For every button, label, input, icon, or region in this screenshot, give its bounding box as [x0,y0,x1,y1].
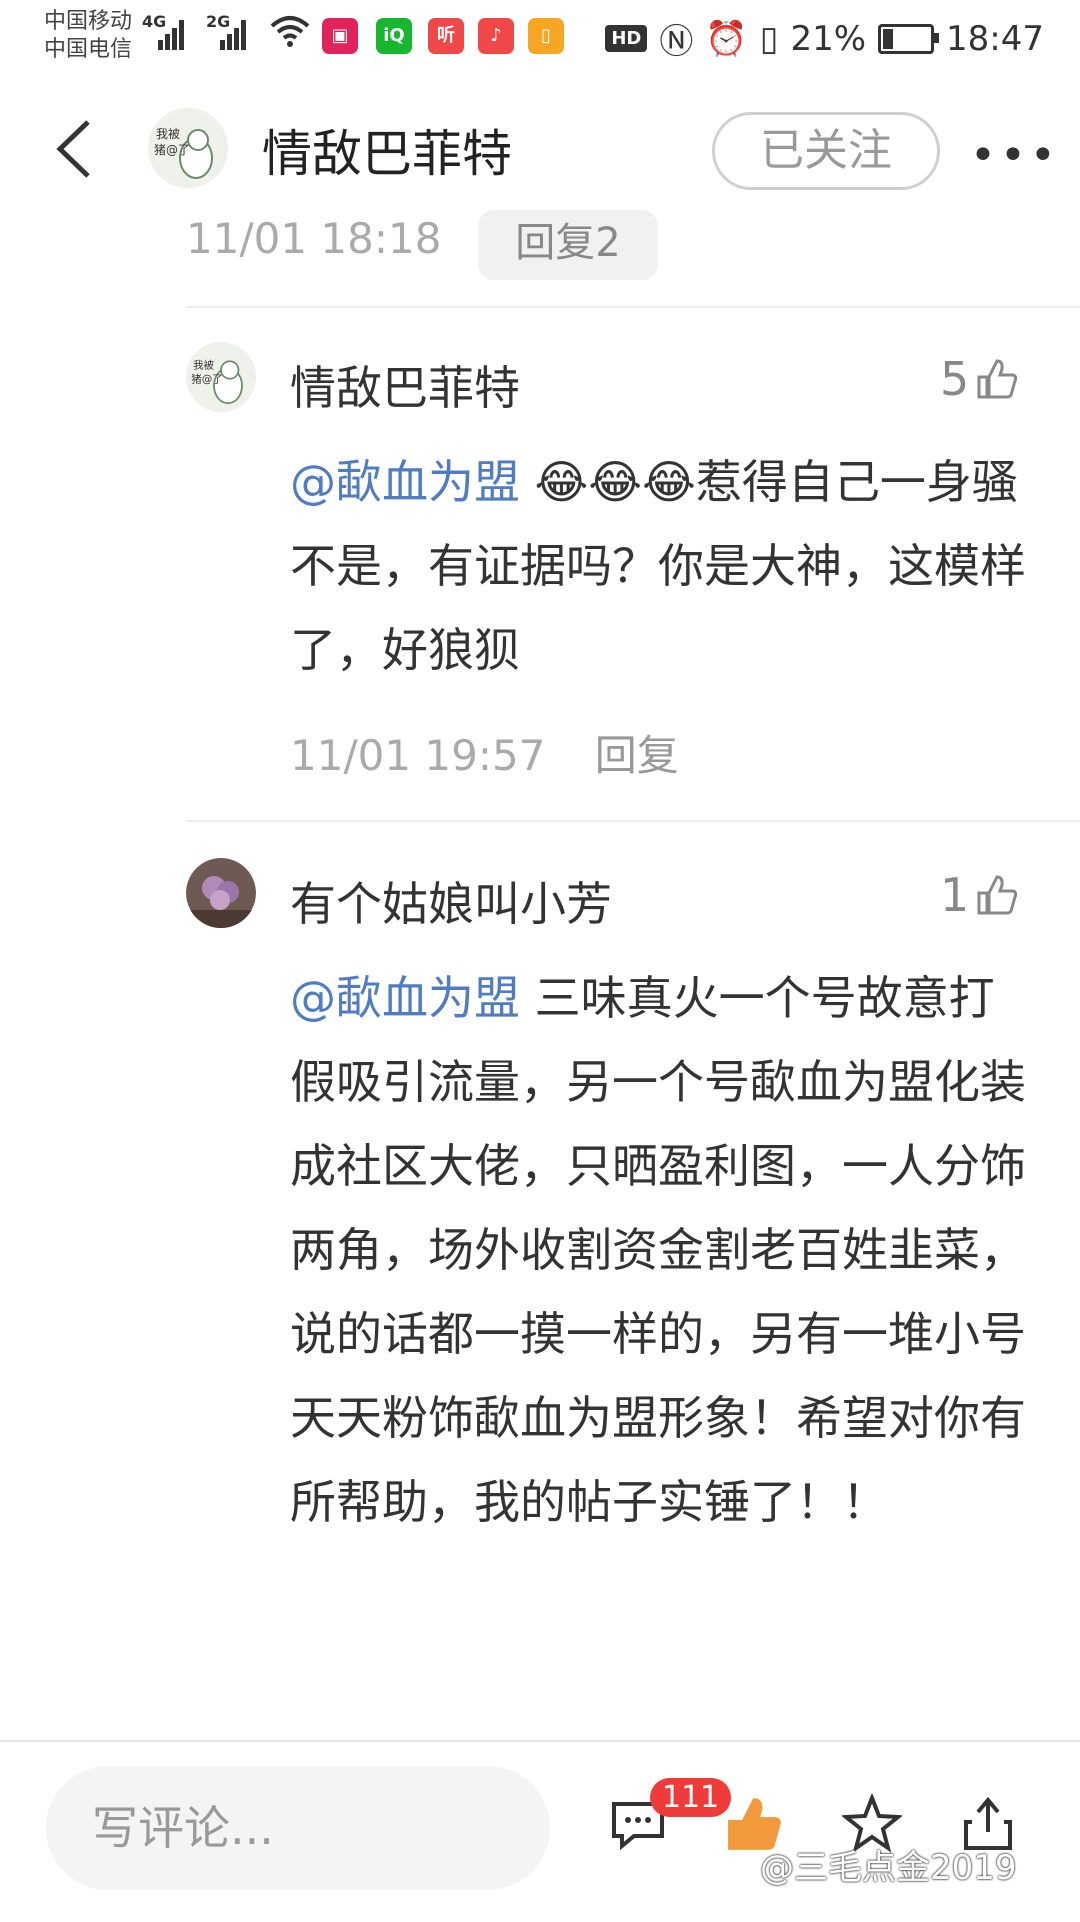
comment-timestamp: 11/01 19:57 [290,731,546,780]
hd-icon: HD [605,25,648,52]
divider [186,306,1080,308]
svg-text:我被: 我被 [156,127,180,141]
svg-text:猪@了: 猪@了 [191,373,223,385]
watermark: @三毛点金2019 [760,1848,1017,1888]
thumbs-up-icon [977,359,1018,399]
ting-app-icon: 听 [428,18,464,54]
carrier-1: 中国移动 [44,9,133,34]
like-button[interactable]: 1 [940,868,1019,922]
like-count: 1 [940,868,970,922]
svg-text:我被: 我被 [193,358,214,371]
mention-link[interactable]: @歃血为盟 [290,455,520,509]
signal-icon [210,16,248,50]
follow-button[interactable]: 已关注 [712,112,940,190]
reply-button[interactable]: 回复 [595,731,679,780]
avatar[interactable] [186,858,256,928]
svg-text:猪@了: 猪@了 [154,143,190,157]
comment-timestamp: 11/01 18:18 [186,214,442,263]
comment-footer: 11/01 19:57 回复 [290,722,679,783]
battery-percent: 21% [790,18,867,59]
back-arrow-icon[interactable] [48,114,108,184]
like-count: 5 [940,352,970,406]
avatar[interactable]: 我被 猪@了 [186,342,256,412]
mention-link[interactable]: @歃血为盟 [290,971,520,1025]
like-button[interactable]: 5 [940,352,1019,406]
bottom-action-bar: 写评论... 111 @三毛点金2019 [0,1740,1080,1922]
more-options-icon[interactable]: ••• [970,130,1060,181]
avatar[interactable]: 我被 猪@了 [148,108,228,188]
carrier-2: 中国电信 [44,37,133,62]
comment-text: @歃血为盟 😂😂😂惹得自己一身骚不是，有证据吗？你是大神，这模样了，好狼狈 [290,440,1030,692]
signal-icon [148,16,186,50]
orange-app-icon: ▯ [528,18,564,54]
wifi-icon [270,16,310,47]
battery-icon [878,23,940,54]
alarm-icon: ⏰ [705,18,748,59]
thumbs-up-icon [977,875,1018,915]
post-header: 我被 猪@了 情敌巴菲特 已关注 ••• [0,78,1080,220]
reply-count-button[interactable]: 回复2 [478,210,658,280]
weibo-app-icon: ▣ [322,18,358,54]
comment-text: @歃血为盟 三味真火一个号故意打假吸引流量，另一个号歃血为盟化装成社区大佬，只晒… [290,956,1030,1544]
comment-body: 三味真火一个号故意打假吸引流量，另一个号歃血为盟化装成社区大佬，只晒盈利图，一人… [290,971,1026,1529]
comment-author[interactable]: 有个姑娘叫小芳 [290,868,612,934]
iqiyi-app-icon: iQ [376,18,412,54]
comment-count-badge: 111 [650,1778,732,1817]
nfc-icon: Ⓝ [659,22,694,62]
carrier-info: 中国移动 中国电信 [44,8,132,64]
status-right: HD Ⓝ ⏰ ▯ 21% 18:47 [605,14,1044,63]
divider [186,820,1080,822]
page-title[interactable]: 情敌巴菲特 [262,114,512,186]
comment-input[interactable]: 写评论... [46,1766,550,1890]
vibrate-icon: ▯ [759,18,779,59]
clock: 18:47 [946,18,1044,59]
status-bar: 中国移动 中国电信 4G 2G ▣ iQ 听 ♪ ▯ HD Ⓝ ⏰ ▯ 21% … [0,0,1080,78]
music-app-icon: ♪ [478,18,514,54]
comment-author[interactable]: 情敌巴菲特 [290,352,520,418]
emoji: 😂😂😂 [534,455,696,509]
